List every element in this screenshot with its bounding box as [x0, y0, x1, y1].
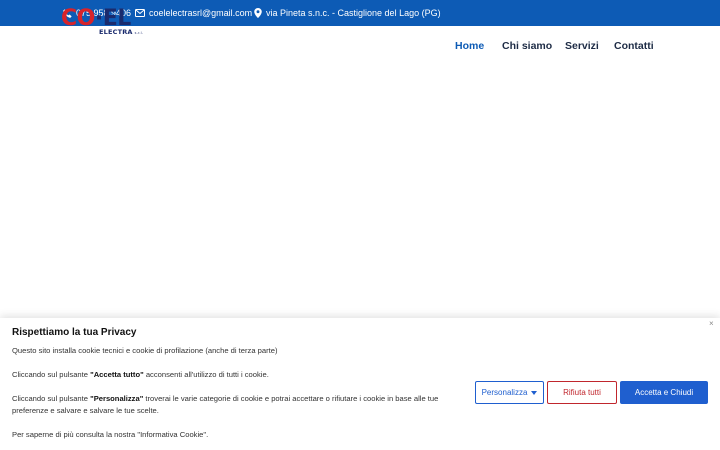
address-contact[interactable]: via Pineta s.n.c. - Castiglione del Lago… — [254, 0, 441, 26]
reject-all-button[interactable]: Rifiuta tutti — [547, 381, 617, 404]
cookie-text-customize: Cliccando sul pulsante "Personalizza" tr… — [12, 394, 439, 415]
nav-contatti[interactable]: Contatti — [614, 40, 654, 52]
logo-wordmark: CO·EL — [61, 6, 131, 31]
nav-chi-siamo[interactable]: Chi siamo — [502, 40, 552, 52]
map-pin-icon — [254, 8, 262, 18]
nav-servizi[interactable]: Servizi — [565, 40, 599, 52]
address-text: via Pineta s.n.c. - Castiglione del Lago… — [266, 8, 441, 18]
accept-close-button[interactable]: Accetta e Chiudi — [620, 381, 708, 404]
cookie-text-accept: Cliccando sul pulsante "Accetta tutto" a… — [12, 370, 269, 379]
customize-label: Personalizza — [481, 388, 528, 397]
site-logo[interactable]: CO·EL ELECTRA s.r.l. — [61, 8, 151, 38]
caret-down-icon — [531, 390, 538, 395]
email-address: coelelectrasrl@gmail.com — [149, 8, 253, 18]
cookie-text-policy: Per saperne di più consulta la nostra "I… — [12, 430, 209, 439]
customize-button[interactable]: Personalizza — [475, 381, 544, 404]
cookie-text-intro: Questo sito installa cookie tecnici e co… — [12, 346, 278, 355]
logo-subtitle: ELECTRA s.r.l. — [99, 28, 144, 36]
close-icon[interactable]: × — [709, 320, 714, 328]
cookie-title: Rispettiamo la tua Privacy — [12, 327, 137, 338]
nav-home[interactable]: Home — [455, 40, 484, 52]
email-contact[interactable]: coelelectrasrl@gmail.com — [135, 0, 252, 26]
